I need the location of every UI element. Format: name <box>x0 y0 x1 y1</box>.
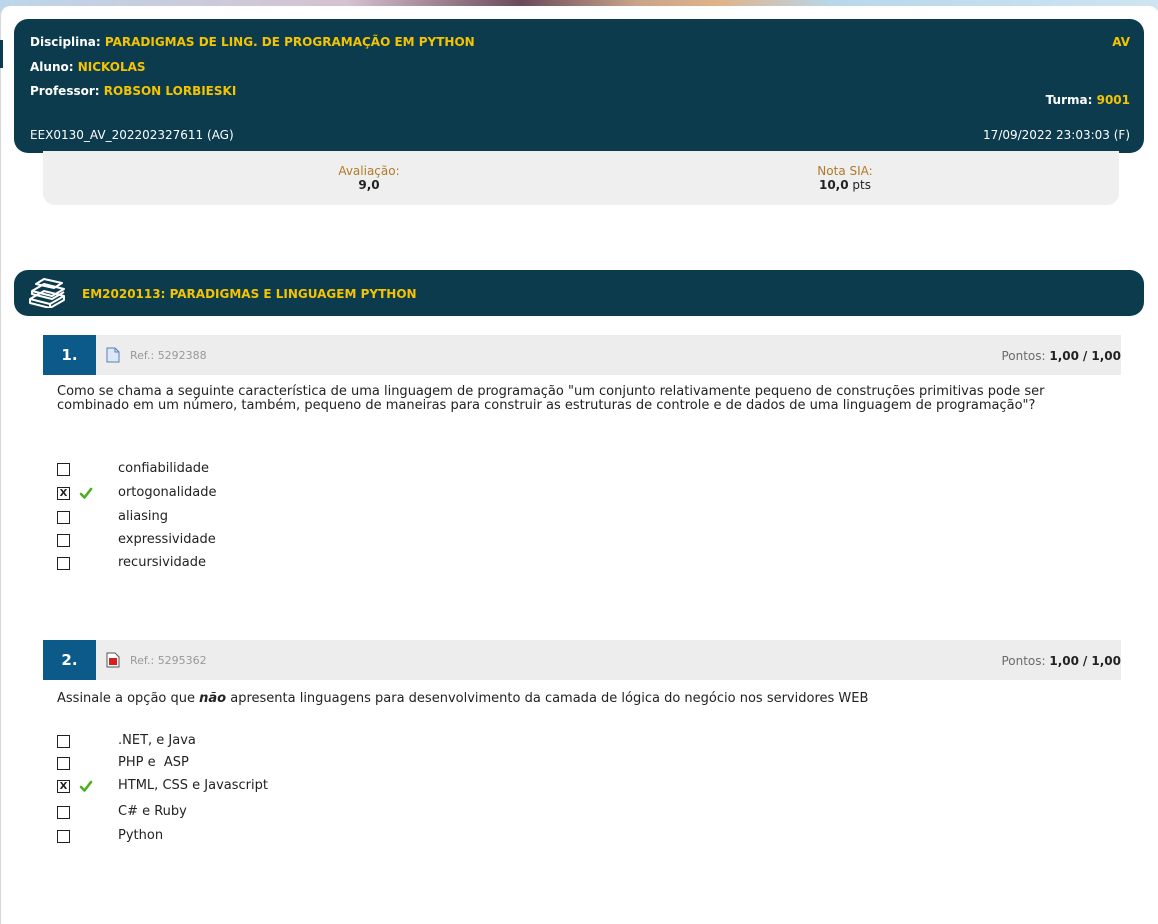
option-checkbox[interactable] <box>57 557 70 570</box>
avaliacao-label: Avaliação: <box>338 164 400 178</box>
aluno-value: NICKOLAS <box>77 60 146 74</box>
question-points: Pontos: 1,00 / 1,00 <box>1001 349 1121 363</box>
avaliacao-block: Avaliação: 9,0 <box>269 164 469 192</box>
option-checkbox[interactable] <box>57 534 70 547</box>
question-2-header: 2. Ref.: 5295362 Pontos: 1,00 / 1,00 <box>43 640 1121 680</box>
emphasis-text: não <box>199 691 227 706</box>
option-label: .NET, e Java <box>118 733 196 748</box>
question-2-text: Assinale a opção que não apresenta lingu… <box>57 691 869 706</box>
option-label: aliasing <box>118 509 169 524</box>
disciplina-value: PARADIGMAS DE LING. DE PROGRAMAÇÃO EM PY… <box>104 35 475 49</box>
option-checkbox-checked[interactable]: X <box>57 780 70 793</box>
nota-sia-label: Nota SIA: <box>817 164 873 178</box>
exam-datetime: 17/09/2022 23:03:03 (F) <box>983 128 1130 142</box>
nota-sia-block: Nota SIA: 10,0 pts <box>745 164 945 192</box>
nota-sia-value: 10,0 <box>818 178 849 192</box>
question-points: Pontos: 1,00 / 1,00 <box>1001 654 1121 668</box>
avaliacao-value: 9,0 <box>358 178 380 192</box>
option-checkbox[interactable] <box>57 757 70 770</box>
question-1-text: Como se chama a seguinte característica … <box>57 384 1045 413</box>
turma-label: Turma: <box>1045 93 1093 107</box>
option-checkbox[interactable] <box>57 463 70 476</box>
option-label: confiabilidade <box>118 461 210 476</box>
disciplina-row: Disciplina: PARADIGMAS DE LING. DE PROGR… <box>30 35 475 49</box>
question-number: 1. <box>43 335 96 375</box>
option-label: ortogonalidade <box>118 485 217 500</box>
option-checkbox[interactable] <box>57 830 70 843</box>
option-label: recursividade <box>118 555 206 570</box>
option-label: HTML, CSS e Javascript <box>118 778 268 793</box>
section-title: EM2020113: PARADIGMAS E LINGUAGEM PYTHON <box>82 287 417 301</box>
professor-label: Professor: <box>30 84 100 98</box>
option-checkbox[interactable] <box>57 511 70 524</box>
section-header: EM2020113: PARADIGMAS E LINGUAGEM PYTHON <box>14 270 1144 316</box>
document-icon <box>106 347 120 363</box>
option-label: C# e Ruby <box>118 804 187 819</box>
disciplina-label: Disciplina: <box>30 35 101 49</box>
correct-check-icon <box>79 780 93 792</box>
professor-value: ROBSON LORBIESKI <box>103 84 237 98</box>
turma-row: Turma: 9001 <box>1046 93 1130 107</box>
professor-row: Professor: ROBSON LORBIESKI <box>30 84 236 98</box>
question-number: 2. <box>43 640 96 680</box>
aluno-label: Aluno: <box>30 60 74 74</box>
exam-code: EEX0130_AV_202202327611 (AG) <box>30 128 234 142</box>
exam-header: Disciplina: PARADIGMAS DE LING. DE PROGR… <box>14 19 1144 153</box>
question-ref: Ref.: 5295362 <box>130 654 207 667</box>
question-1-header: 1. Ref.: 5292388 Pontos: 1,00 / 1,00 <box>43 335 1121 375</box>
option-checkbox[interactable] <box>57 806 70 819</box>
left-edge-mark <box>0 40 3 68</box>
nota-sia-unit: pts <box>852 178 871 192</box>
books-icon <box>29 278 65 308</box>
option-checkbox[interactable] <box>57 735 70 748</box>
correct-check-icon <box>79 487 93 499</box>
option-label: expressividade <box>118 532 216 547</box>
exam-type: AV <box>1112 35 1130 49</box>
turma-value: 9001 <box>1096 93 1130 107</box>
pdf-document-icon <box>106 652 120 668</box>
option-label: Python <box>118 828 164 843</box>
grade-summary: Avaliação: 9,0 Nota SIA: 10,0 pts <box>43 151 1119 205</box>
option-label: PHP e ASP <box>118 755 189 770</box>
question-ref: Ref.: 5292388 <box>130 349 207 362</box>
aluno-row: Aluno: NICKOLAS <box>30 60 146 74</box>
option-checkbox-checked[interactable]: X <box>57 487 70 500</box>
